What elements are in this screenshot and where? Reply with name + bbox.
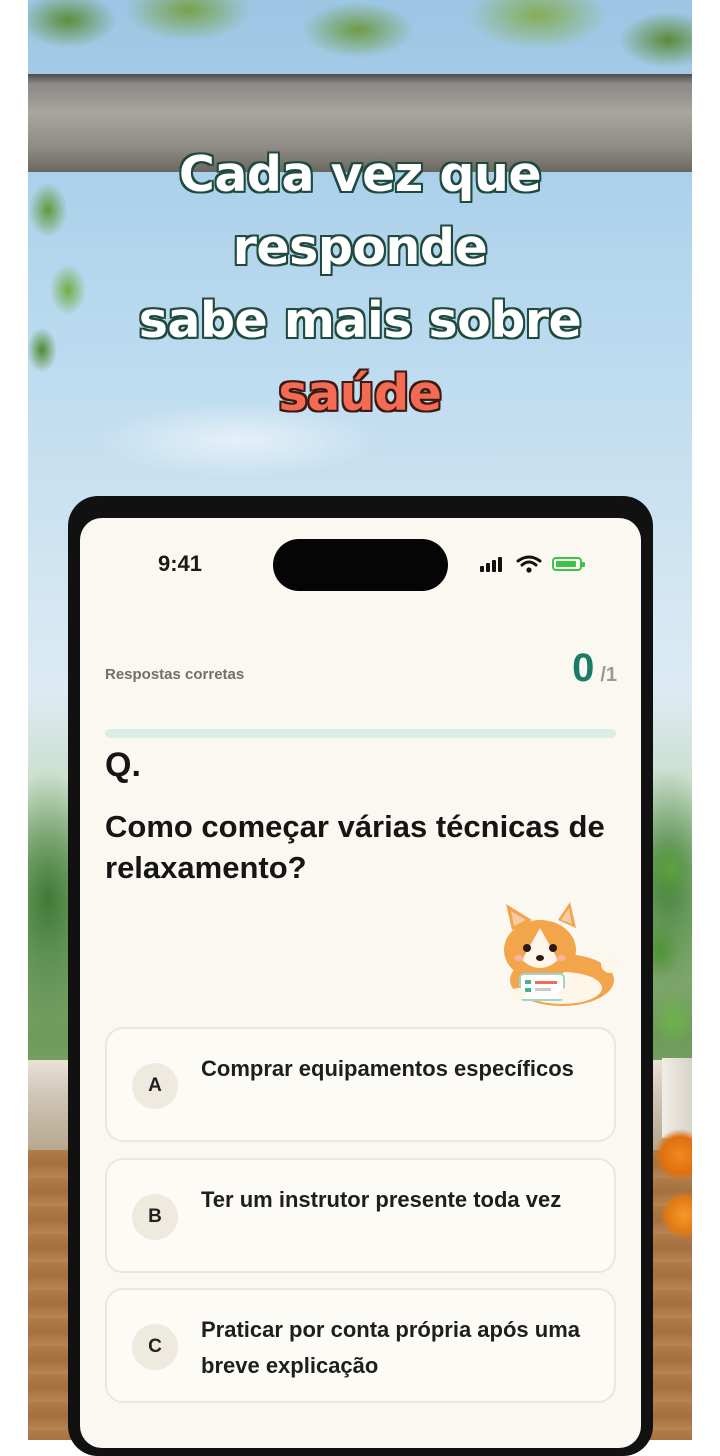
oranges-decoration — [650, 1125, 692, 1255]
answer-option-b[interactable]: B Ter um instrutor presente toda vez — [105, 1158, 616, 1273]
headline-line-1: Cada vez que — [178, 146, 542, 203]
phone-screen: 9:41 Respostas corretas 0/1 Q. Como come… — [80, 518, 641, 1448]
answer-option-c[interactable]: C Praticar por conta própria após uma br… — [105, 1288, 616, 1403]
score-total: /1 — [600, 664, 617, 686]
corgi-mascot-icon — [504, 902, 619, 1006]
option-text-b: Ter um instrutor presente toda vez — [201, 1187, 562, 1212]
headline-line-3: sabe mais sobre — [138, 292, 582, 349]
status-time: 9:41 — [158, 551, 203, 576]
question-text: Como começar várias técnicas de relaxame… — [105, 809, 605, 885]
progress-bar — [105, 729, 616, 738]
foliage-decoration — [28, 0, 692, 80]
score-counter: 0/1 — [572, 646, 617, 691]
option-text-c: Praticar por conta própria após uma brev… — [201, 1317, 580, 1378]
question-marker: Q. — [105, 746, 141, 784]
promo-headline: Cada vez que responde sabe mais sobre sa… — [28, 138, 692, 430]
option-letter-a: A — [132, 1063, 178, 1109]
score-value: 0 — [572, 646, 595, 690]
option-text-a: Comprar equipamentos específicos — [201, 1056, 574, 1081]
headline-line-2: responde — [232, 219, 488, 276]
signal-icon — [480, 554, 512, 574]
dynamic-island — [273, 539, 448, 591]
status-bar: 9:41 — [80, 518, 641, 608]
wifi-icon — [516, 555, 542, 573]
score-label: Respostas corretas — [105, 666, 245, 683]
answer-option-a[interactable]: A Comprar equipamentos específicos — [105, 1027, 616, 1142]
battery-charging-icon — [552, 557, 585, 571]
option-letter-c: C — [132, 1324, 178, 1370]
option-letter-b: B — [132, 1194, 178, 1240]
headline-highlight: saúde — [278, 365, 442, 422]
